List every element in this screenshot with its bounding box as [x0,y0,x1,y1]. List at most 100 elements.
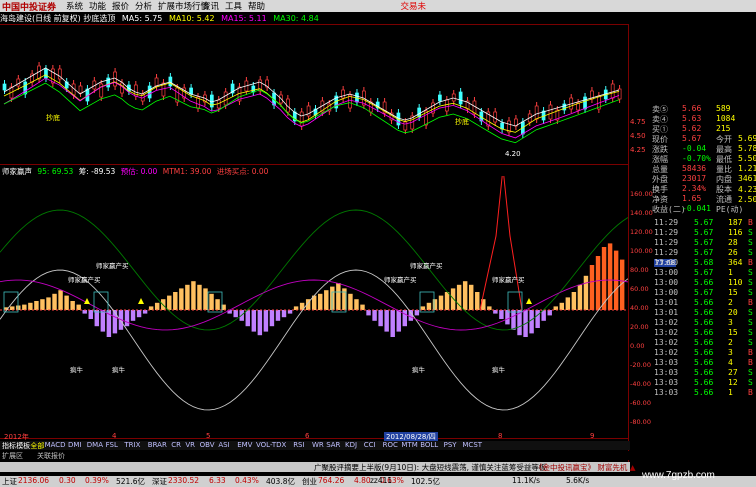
price-chart[interactable]: 4.20 抄底 抄底 [0,24,628,164]
tab-boll[interactable]: BOLL [420,441,438,449]
indicator-bar [493,310,498,314]
triangle-mark [84,298,90,304]
indicator-tick: 40.00 [630,304,649,312]
indicator-bar [142,310,148,314]
tab-cr[interactable]: CR [171,441,181,449]
tab-macd[interactable]: MACD [45,441,66,449]
indicator-bar [475,292,480,310]
tick-row: 13:00 5.66 110 S [654,278,753,287]
tab-全部[interactable]: 全部 [30,441,44,451]
quote-row: 涨幅 -0.70% 最低 5.50 [652,154,756,164]
quote-panel: 卖⑤ 5.66 589 卖④ 5.63 1084 买① 5.62 215 现价 5.67 今开 5.69… [652,104,756,468]
indicator-bar [565,297,571,310]
tab-psy[interactable]: PSY [444,441,457,449]
indicator-tick: 80.00 [630,266,649,274]
tab-wr[interactable]: WR [312,441,324,449]
indicator-tick: 120.00 [630,228,653,236]
indicator-tick: 60.00 [630,285,649,293]
tab-roc[interactable]: ROC [383,441,398,449]
quote-row: 现价 5.67 今开 5.69 [652,134,756,144]
tab-ext[interactable]: 扩展区 [2,451,23,461]
news-ad[interactable]: 《金中投讯赢宝》 财富先机 ▲ [535,462,636,473]
tab-dmi[interactable]: DMI [68,441,82,449]
tick-row: 11:29 5.67 26 S [654,248,753,257]
tab-mcst[interactable]: MCST [462,441,482,449]
tab-ext[interactable]: 关联报价 [37,451,65,461]
candle-body [99,83,104,98]
date-tick: 5 [206,432,211,440]
indicator-bar [547,310,552,316]
status-item: 6.33 [209,476,226,485]
indicator-bar [324,290,329,310]
menu-item-function[interactable]: 功能 [89,0,106,12]
menu-item-help[interactable]: 帮助 [248,0,265,12]
indicator-bar [34,301,39,310]
price-tick: 4.25 [630,146,646,154]
tick-row: 13:03 5.66 27 S [654,368,753,377]
tab-vr[interactable]: VR [185,441,195,449]
candle-body [403,121,408,131]
tab-vol-tdx[interactable]: VOL-TDX [256,441,286,449]
buy-mark: 抄底 [455,117,469,126]
indicator-axis: 160.00 140.00 120.00 100.00 80.00 60.00 40.00 2… [630,190,654,452]
candle-body [223,91,228,106]
indicator-bar [215,299,220,310]
indicator-bar [40,299,45,310]
candle-body [583,96,587,110]
indicator-bar [396,310,401,332]
tab-模板[interactable]: 模板 [16,441,30,451]
ma15-line [3,77,620,139]
indicator-bar [318,293,323,310]
status-item: 102.5亿 [411,477,440,486]
menu-item-news[interactable]: 资讯 [202,0,219,12]
menu-item-tools[interactable]: 工具 [225,0,242,12]
tab-kdj[interactable]: KDJ [345,441,357,449]
news-ticker[interactable]: 广聚股评摘要上半版(9月10日): 大盘短线震荡, 谨慎关注蓝筹受益等板 《金中… [0,462,636,473]
tab-dma[interactable]: DMA [87,441,103,449]
candle-body [154,77,159,87]
candle-body [534,105,539,120]
watermark: www.7gpzb.com [642,470,715,481]
status-item: 4.80 [354,476,371,485]
indicator-bar [450,288,456,310]
date-tick: 8 [498,432,503,440]
news-text[interactable]: 广聚股评摘要上半版(9月10日): 大盘短线震荡, 谨慎关注蓝筹受益等板 [314,462,546,473]
indicator-bar [378,310,383,327]
ma15-label: MA15: 5.11 [221,14,267,23]
trade-link[interactable]: 交易未 [400,0,426,12]
indicator-bar [468,284,474,310]
tab-brar[interactable]: BRAR [148,441,167,449]
tick-row: 13:00 5.67 15 S [654,288,753,297]
tab-obv[interactable]: OBV [200,441,215,449]
tab-sar[interactable]: SAR [326,441,340,449]
indicator-chart[interactable]: 师家赢产买师家赢产买师家赢产买师家赢产买师家赢产买疯牛 疯牛 疯牛 疯牛 [0,176,628,438]
indicator-bar [76,304,81,310]
tab-trix[interactable]: TRIX [124,441,140,449]
tab-cci[interactable]: CCI [364,441,376,449]
indicator-bar [251,310,257,332]
quote-row: 卖④ 5.63 1084 [652,114,736,124]
status-item: 0.43% [235,476,259,485]
indicator-bar [384,310,389,332]
indicator-tick: 160.00 [630,190,653,198]
menu-item-analysis[interactable]: 分析 [135,0,152,12]
tab-asi[interactable]: ASI [218,441,229,449]
quote-row: 涨跌 -0.04 最高 5.78 [652,144,756,154]
candle-body [438,94,442,102]
indicator-tick: -80.00 [630,418,651,426]
chart-area[interactable]: 4.20 抄底 抄底 师家赢声 95: 69.53 筹: -89.53 预估: 0.… [0,24,628,464]
tab-mtm[interactable]: MTM [401,441,417,449]
menu-item-quote[interactable]: 报价 [112,0,129,12]
date-tick: 9 [590,432,595,440]
menu-item-system[interactable]: 系统 [66,0,83,12]
candle-body [16,78,21,87]
tab-emv[interactable]: EMV [237,441,252,449]
tab-指标[interactable]: 指标 [2,441,16,451]
tab-fsl[interactable]: FSL [106,441,118,449]
tab-rsi[interactable]: RSI [293,441,304,449]
indicator-bar [64,295,69,310]
app-logo: 中国中投证券 [2,3,57,13]
indicator-bar [269,310,275,327]
tick-row: 13:02 5.66 2 S [654,338,753,347]
indicator-bar [336,283,341,310]
